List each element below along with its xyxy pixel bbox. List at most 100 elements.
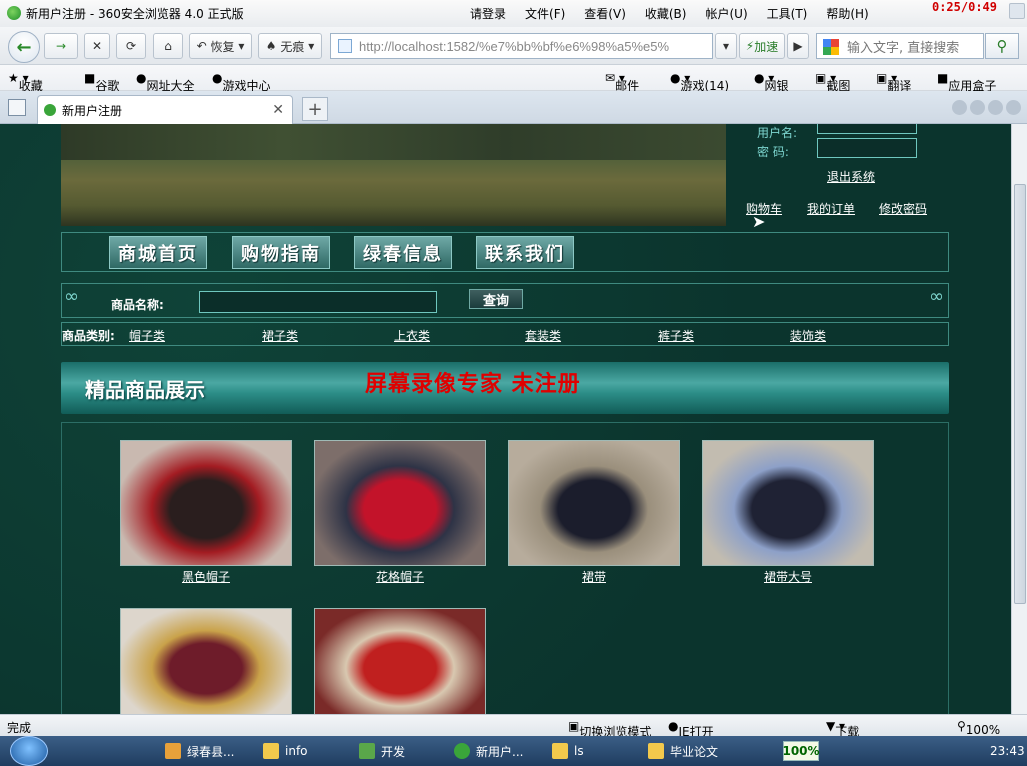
nav-contact[interactable]: 联系我们 <box>476 236 574 269</box>
category-sets[interactable]: 套装类 <box>525 327 561 344</box>
fav-google[interactable]: ■ 谷歌 <box>84 71 119 93</box>
noproxy-button[interactable]: ♠ 无痕 ▾ <box>258 33 322 59</box>
category-hats[interactable]: 帽子类 <box>129 327 165 344</box>
new-tab-button[interactable]: + <box>302 97 328 121</box>
product-image[interactable] <box>702 440 874 566</box>
folder-icon <box>263 743 279 759</box>
menu-favorites[interactable]: 收藏(B) <box>645 5 687 22</box>
taskbar-label: 开发 <box>381 744 406 759</box>
taskbar-item[interactable]: 绿春县... <box>165 739 234 763</box>
tab-right-icon[interactable] <box>970 100 985 115</box>
refresh-button[interactable]: ⟳ <box>116 33 146 59</box>
menu-file[interactable]: 文件(F) <box>525 5 565 22</box>
forward-button[interactable]: → <box>44 33 78 59</box>
tab-list-icon[interactable] <box>988 100 1003 115</box>
menu-help[interactable]: 帮助(H) <box>826 5 868 22</box>
fav-collect[interactable]: ★ 收藏 ▾ <box>8 71 43 93</box>
category-skirts[interactable]: 裙子类 <box>262 327 298 344</box>
mouse-cursor-icon: ➤ <box>752 212 766 231</box>
search-panel: ∞ ∞ 商品名称: 查询 <box>61 283 949 318</box>
showcase-title: 精品商品展示 <box>85 378 205 402</box>
curl-right-icon: ∞ <box>929 286 944 307</box>
navigation-toolbar: ← → ✕ ⟳ ⌂ ↶ 恢复 ▾ ♠ 无痕 ▾ http://localhost… <box>0 27 1027 65</box>
tab-new-user-register[interactable]: 新用户注册 ✕ <box>37 95 293 124</box>
taskbar-item[interactable]: info <box>263 739 308 763</box>
nav-info[interactable]: 绿春信息 <box>354 236 452 269</box>
fav-translate[interactable]: ▣ 翻译 ▾ <box>876 71 911 93</box>
fav-games[interactable]: ● 游戏中心 <box>212 71 271 93</box>
taskbar-item[interactable]: 开发 <box>359 739 405 763</box>
vertical-scrollbar[interactable] <box>1011 124 1027 714</box>
minimize-icon[interactable] <box>1009 3 1025 19</box>
address-dropdown[interactable]: ▾ <box>715 33 737 59</box>
taskbar-label: ls <box>574 744 584 758</box>
home-icon: ⌂ <box>164 39 172 53</box>
menu-tools[interactable]: 工具(T) <box>767 5 808 22</box>
restore-button[interactable]: ↶ 恢复 ▾ <box>189 33 252 59</box>
product-image[interactable] <box>314 608 486 714</box>
switch-mode-button[interactable]: ▣ 切换浏览模式 <box>568 719 651 739</box>
sidebar-toggle-icon[interactable] <box>8 99 26 116</box>
category-accessories[interactable]: 装饰类 <box>790 327 826 344</box>
product-image[interactable] <box>120 608 292 714</box>
fav-games-count[interactable]: ● 游戏(14) ▾ <box>670 71 729 93</box>
start-button[interactable] <box>10 736 48 766</box>
taskbar-label: 毕业论文 <box>670 744 719 759</box>
browser-icon <box>454 743 470 759</box>
go-button[interactable]: ▶ <box>787 33 809 59</box>
change-password-link[interactable]: 修改密码 <box>879 200 927 217</box>
product-name-link[interactable]: 裙带 <box>508 568 680 585</box>
product-image[interactable] <box>508 440 680 566</box>
scrollbar-thumb[interactable] <box>1014 184 1026 604</box>
restore-label: 恢复 <box>210 39 235 54</box>
product-image[interactable] <box>120 440 292 566</box>
download-button[interactable]: ▼ 下载 ▾ <box>826 719 859 739</box>
search-button[interactable]: ⚲ <box>985 33 1019 59</box>
page-icon <box>338 39 352 53</box>
product-name-input[interactable] <box>199 291 437 313</box>
zoom-control[interactable]: ⚲ 100% <box>957 719 1000 737</box>
product-name-link[interactable]: 黑色帽子 <box>120 568 292 585</box>
menu-view[interactable]: 查看(V) <box>584 5 626 22</box>
nav-guide[interactable]: 购物指南 <box>232 236 330 269</box>
recorder-watermark: 屏幕录像专家 未注册 <box>365 371 581 397</box>
back-button[interactable]: ← <box>8 31 40 63</box>
logout-link[interactable]: 退出系统 <box>827 168 875 185</box>
tab-left-icon[interactable] <box>952 100 967 115</box>
tab-close-all-icon[interactable] <box>1006 100 1021 115</box>
category-label: 商品类别: <box>62 329 115 343</box>
address-bar[interactable]: http://localhost:1582/%e7%bb%bf%e6%98%a5… <box>330 33 713 59</box>
product-name-link[interactable]: 花格帽子 <box>314 568 486 585</box>
username-input[interactable] <box>817 124 917 134</box>
menu-login[interactable]: 请登录 <box>470 5 506 22</box>
tab-close-icon[interactable]: ✕ <box>272 102 284 118</box>
fav-sites[interactable]: ● 网址大全 <box>136 71 195 93</box>
nav-home[interactable]: 商城首页 <box>109 236 207 269</box>
fav-mail[interactable]: ✉ 邮件 ▾ <box>605 71 639 93</box>
stop-button[interactable]: ✕ <box>84 33 110 59</box>
ie-open-button[interactable]: ● IE打开 <box>668 719 714 739</box>
password-label: 密 码: <box>757 145 789 159</box>
fav-appbox[interactable]: ■ 应用盒子 <box>937 71 996 93</box>
taskbar-item[interactable]: 毕业论文 <box>648 739 718 763</box>
menu-account[interactable]: 帐户(U) <box>705 5 747 22</box>
category-pants[interactable]: 裤子类 <box>658 327 694 344</box>
home-button[interactable]: ⌂ <box>153 33 183 59</box>
browser-logo-icon <box>7 6 21 20</box>
taskbar-item[interactable]: 新用户... <box>454 739 523 763</box>
password-input[interactable] <box>817 138 917 158</box>
username-label: 用户名: <box>757 126 798 140</box>
app-icon <box>165 743 181 759</box>
product-name-link[interactable]: 裙带大号 <box>702 568 874 585</box>
taskbar-item[interactable]: ls <box>552 739 584 763</box>
fav-bank[interactable]: ● 网银 ▾ <box>754 71 789 93</box>
product-image[interactable] <box>314 440 486 566</box>
query-button[interactable]: 查询 <box>469 289 523 309</box>
search-input[interactable]: 输入文字, 直接搜索 <box>816 33 984 59</box>
taskbar-label: 绿春县... <box>187 744 235 759</box>
my-orders-link[interactable]: 我的订单 <box>807 200 855 217</box>
fav-screenshot[interactable]: ▣ 截图 ▾ <box>815 71 850 93</box>
accelerate-button[interactable]: ⚡ 加速 <box>739 33 785 59</box>
category-tops[interactable]: 上衣类 <box>394 327 430 344</box>
status-bar: 完成 ▣ 切换浏览模式 ● IE打开 ▼ 下载 ▾ ⚲ 100% <box>0 714 1027 739</box>
